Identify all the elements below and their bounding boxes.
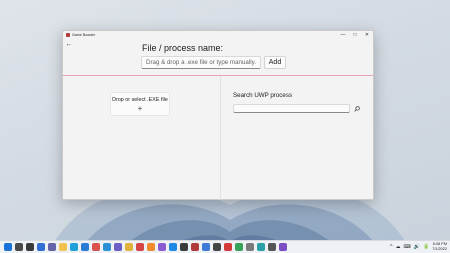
uwp-heading: Search UWP process <box>233 92 293 99</box>
taskbar-icons <box>4 243 287 251</box>
app-icon-dark[interactable] <box>213 243 221 251</box>
keyboard-icon[interactable]: ⌨ <box>404 244 411 250</box>
app-window: Game Booster — □ ✕ ← File / process name… <box>62 30 374 200</box>
exe-pane: Drop or select .EXE file + <box>63 76 220 200</box>
drop-zone-label: Drop or select .EXE file <box>112 97 168 103</box>
page-heading: File / process name: <box>142 43 224 53</box>
task-view-icon[interactable] <box>26 243 34 251</box>
game-booster-icon[interactable] <box>191 243 199 251</box>
app-icon-red2[interactable] <box>224 243 232 251</box>
uwp-search-input[interactable] <box>233 104 350 113</box>
taskbar: ^ ☁ ⌨ 🔊 🔋 6:08 PM 7/1/2022 <box>0 240 450 253</box>
system-tray: ^ ☁ ⌨ 🔊 🔋 6:08 PM 7/1/2022 <box>390 242 447 251</box>
tray-overflow-icon[interactable]: ^ <box>390 244 392 250</box>
uwp-pane: Search UWP process <box>220 76 374 200</box>
header-area: ← File / process name: Drag & drop a .ex… <box>63 31 373 76</box>
mail-icon[interactable] <box>92 243 100 251</box>
app-icon-green[interactable] <box>235 243 243 251</box>
app-icon-teal[interactable] <box>257 243 265 251</box>
app-icon-gray[interactable] <box>246 243 254 251</box>
search-icon[interactable] <box>15 243 23 251</box>
cloud-icon[interactable]: ☁ <box>396 244 401 250</box>
vscode-icon[interactable] <box>169 243 177 251</box>
widgets-icon[interactable] <box>37 243 45 251</box>
chrome-icon[interactable] <box>125 243 133 251</box>
exe-drop-zone[interactable]: Drop or select .EXE file + <box>110 92 170 116</box>
app-icon-orange[interactable] <box>147 243 155 251</box>
search-icon[interactable] <box>352 104 361 113</box>
settings-icon[interactable] <box>268 243 276 251</box>
app-icon-blue[interactable] <box>202 243 210 251</box>
back-arrow-icon[interactable]: ← <box>65 40 73 48</box>
terminal-icon[interactable] <box>180 243 188 251</box>
edge-icon[interactable] <box>70 243 78 251</box>
visual-studio-icon[interactable] <box>158 243 166 251</box>
add-button[interactable]: Add <box>264 56 286 69</box>
file-explorer-icon[interactable] <box>59 243 67 251</box>
process-path-input[interactable]: Drag & drop a .exe file or type manually… <box>141 56 261 69</box>
app-icon-purple[interactable] <box>279 243 287 251</box>
chat-icon[interactable] <box>48 243 56 251</box>
photos-icon[interactable] <box>103 243 111 251</box>
store-icon[interactable] <box>81 243 89 251</box>
app-icon-red[interactable] <box>136 243 144 251</box>
volume-icon[interactable]: 🔊 <box>414 244 420 250</box>
teams-icon[interactable] <box>114 243 122 251</box>
clock[interactable]: 6:08 PM 7/1/2022 <box>432 242 447 251</box>
clock-date: 7/1/2022 <box>432 246 447 251</box>
plus-icon: + <box>137 104 143 113</box>
battery-icon[interactable]: 🔋 <box>423 244 429 250</box>
windows-start-icon[interactable] <box>4 243 12 251</box>
